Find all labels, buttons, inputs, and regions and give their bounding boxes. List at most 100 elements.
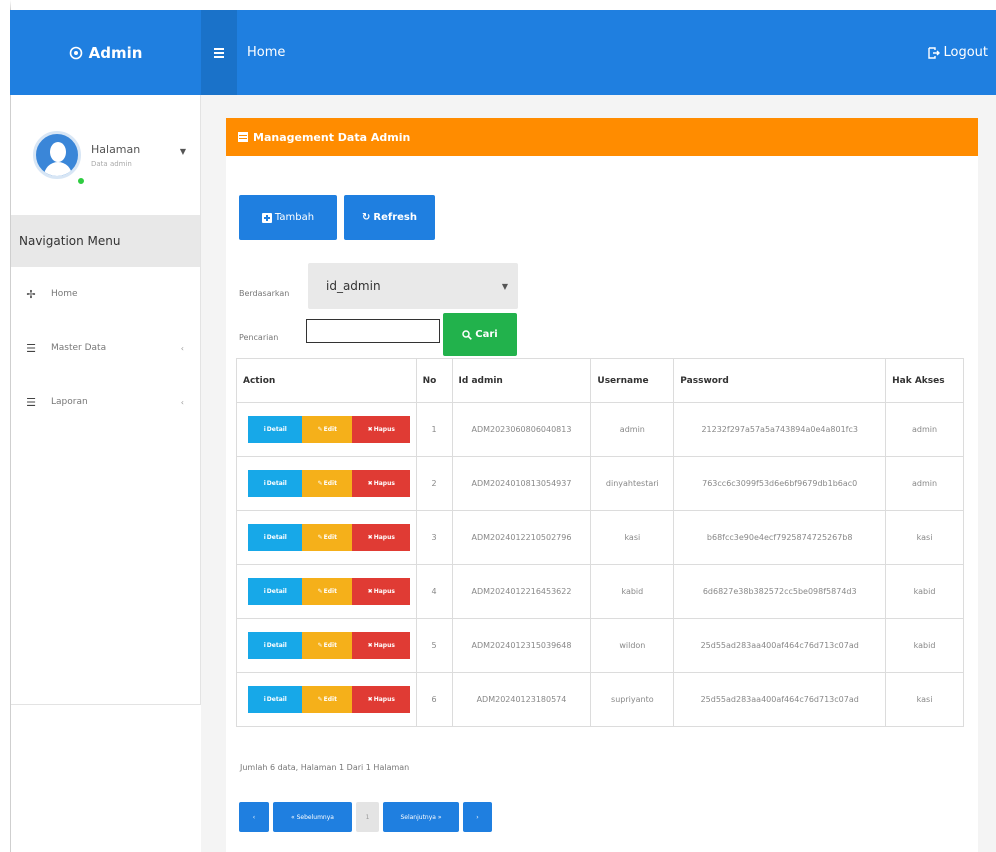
table-icon [238,132,248,142]
detail-label: Detail [266,534,287,541]
cell-hak-akses: kabid [885,564,964,619]
list-icon: ☰ [26,395,36,409]
cell-id-admin: ADM2024010813054937 [451,456,592,511]
cell-hak-akses: kabid [885,618,964,673]
action-cell: i Detail ✎ Edit ✖ Hapus [236,618,417,673]
card-header: Management Data Admin [226,118,978,156]
pagination-last-button[interactable]: › [463,802,492,832]
cell-id-admin: ADM2024012210502796 [451,510,592,565]
edit-button[interactable]: ✎ Edit [302,686,353,713]
table-row: i Detail ✎ Edit ✖ Hapus 4 ADM2024012216453… [236,564,964,619]
delete-button[interactable]: ✖ Hapus [352,686,411,713]
pagination-first-button[interactable]: ‹ [239,802,269,832]
cell-hak-akses: admin [885,456,964,511]
edit-button[interactable]: ✎ Edit [302,524,353,551]
column-header: No [415,358,453,403]
pagination-current-label: 1 [365,813,370,821]
refresh-button-label: Refresh [373,212,417,223]
card-title: Management Data Admin [253,130,411,144]
shield-icon [69,46,82,59]
edit-button[interactable]: ✎ Edit [302,632,353,659]
edit-button[interactable]: ✎ Edit [302,578,353,605]
detail-button[interactable]: i Detail [248,416,303,443]
column-header: Action [236,358,417,403]
edit-button[interactable]: ✎ Edit [302,470,353,497]
cell-no: 1 [415,402,453,457]
logout-icon [928,46,941,59]
caret-down-icon: ▼ [501,281,508,291]
list-icon: ☰ [26,341,36,355]
detail-button[interactable]: i Detail [248,470,303,497]
cell-username: kasi [590,510,675,565]
delete-button[interactable]: ✖ Hapus [352,416,411,443]
cell-username: supriyanto [590,672,675,727]
pagination-summary: Jumlah 6 data, Halaman 1 Dari 1 Halaman [240,763,410,772]
hamburger-icon [214,47,224,58]
search-button[interactable]: Cari [443,313,517,356]
cell-password: 763cc6c3099f53d6e6bf9679db1b6ac0 [673,456,887,511]
chevron-left-icon: ‹ [180,343,184,353]
edit-label: Edit [323,480,337,487]
action-cell: i Detail ✎ Edit ✖ Hapus [236,402,417,457]
detail-button[interactable]: i Detail [248,632,303,659]
menu-toggle-button[interactable] [201,10,237,95]
sidebar-item-label: Master Data [51,343,107,353]
detail-label: Detail [266,480,287,487]
cell-id-admin: ADM2024012216453622 [451,564,592,619]
detail-button[interactable]: i Detail [248,524,303,551]
search-button-label: Cari [475,329,498,340]
delete-label: Hapus [373,480,395,487]
profile-name: Halaman [91,142,141,156]
online-status-dot [77,177,85,185]
delete-button[interactable]: ✖ Hapus [352,578,411,605]
sidebar-item-master-data[interactable]: ☰ Master Data ‹ [11,321,200,375]
user-profile: Halaman Data admin ▼ [11,95,200,215]
detail-button[interactable]: i Detail [248,686,303,713]
add-button[interactable]: Tambah [239,195,337,240]
logout-label: Logout [943,45,988,60]
search-input[interactable] [306,319,440,343]
edit-button[interactable]: ✎ Edit [302,416,353,443]
cell-username: kabid [590,564,675,619]
cell-password: 25d55ad283aa400af464c76d713c07ad [673,618,887,673]
pagination-next-button[interactable]: Selanjutnya » [383,802,459,832]
edit-label: Edit [323,696,337,703]
pagination-current-page[interactable]: 1 [356,802,379,832]
sidebar: Halaman Data admin ▼ Navigation Menu ✢ H… [11,95,201,705]
detail-button[interactable]: i Detail [248,578,303,605]
cell-password: 21232f297a57a5a743894a0e4a801fc3 [673,402,887,457]
cell-username: admin [590,402,675,457]
cell-no: 2 [415,456,453,511]
avatar [33,131,81,179]
delete-label: Hapus [373,534,395,541]
table-row: i Detail ✎ Edit ✖ Hapus 2 ADM2024010813054… [236,456,964,511]
column-header: Password [673,358,887,403]
edit-label: Edit [323,642,337,649]
logout-button[interactable]: Logout [928,45,988,60]
brand-label: Admin [88,43,143,62]
brand[interactable]: Admin [10,10,201,95]
delete-button[interactable]: ✖ Hapus [352,632,411,659]
delete-button[interactable]: ✖ Hapus [352,524,411,551]
top-navbar: Admin Home Logout [10,10,996,95]
detail-label: Detail [266,588,287,595]
refresh-button[interactable]: ↻ Refresh [344,195,435,240]
add-button-label: Tambah [274,212,315,223]
action-cell: i Detail ✎ Edit ✖ Hapus [236,510,417,565]
cell-no: 5 [415,618,453,673]
sidebar-item-home[interactable]: ✢ Home [11,267,200,321]
caret-down-icon[interactable]: ▼ [180,147,186,156]
sidebar-item-label: Home [51,289,78,299]
pagination-last-label: › [476,813,479,821]
filter-by-label: Berdasarkan [239,289,290,298]
cell-no: 6 [415,672,453,727]
cell-id-admin: ADM2024012315039648 [451,618,592,673]
delete-button[interactable]: ✖ Hapus [352,470,411,497]
pagination-prev-button[interactable]: « Sebelumnya [273,802,352,832]
admin-table: Action No Id admin Username Password Hak… [236,358,964,727]
delete-label: Hapus [373,642,395,649]
search-icon [462,329,473,340]
filter-by-select[interactable]: id_admin ▼ [308,263,518,309]
cell-no: 4 [415,564,453,619]
sidebar-item-laporan[interactable]: ☰ Laporan ‹ [11,375,200,429]
